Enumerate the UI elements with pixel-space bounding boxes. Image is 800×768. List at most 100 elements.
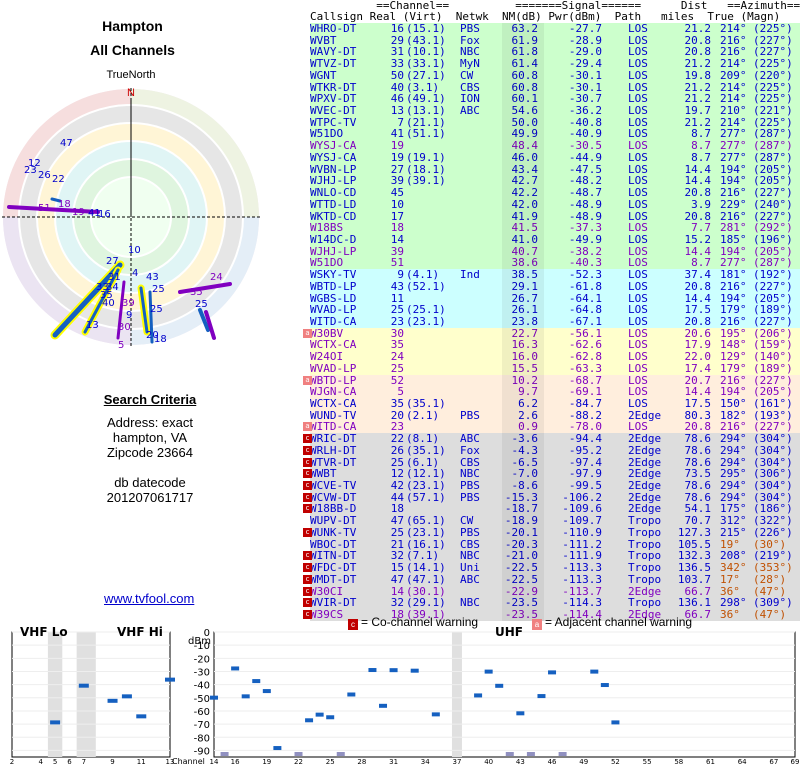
cell-magn: (227°) xyxy=(753,279,793,293)
cell-virt: (23.1) xyxy=(406,525,446,539)
polar-channel-label: 40 xyxy=(102,298,115,309)
cell-pwr: -110.9 xyxy=(562,525,602,539)
x-tick-label: 64 xyxy=(738,758,747,766)
polar-channel-label: 43 xyxy=(146,272,159,283)
polar-channel-label: 25 xyxy=(195,299,208,310)
cell-pwr: -49.9 xyxy=(568,232,602,246)
polar-channel-label: 25 xyxy=(152,284,165,295)
x-tick-label: 69 xyxy=(791,758,800,766)
page-title: Hampton xyxy=(102,18,163,34)
vhf-signal-mark xyxy=(165,677,175,682)
cell-path: Tropo xyxy=(628,514,662,528)
cell-true: 294° xyxy=(720,432,747,446)
cell-dist: 78.6 xyxy=(684,479,712,493)
cell-pwr: -30.1 xyxy=(568,68,602,82)
cell-virt: (2.1) xyxy=(406,408,440,422)
cell-real: 47 xyxy=(390,514,404,528)
polar-channel-label: 4 xyxy=(132,268,138,279)
cell-nm: 61.4 xyxy=(511,57,539,71)
x-tick-label: 5 xyxy=(53,758,57,766)
cell-virt: (35.1) xyxy=(406,443,446,457)
polar-channel-label: 9 xyxy=(126,310,132,321)
cell-pwr: -27.7 xyxy=(568,22,602,35)
uhf-signal-mark xyxy=(210,695,218,700)
cell-true: 181° xyxy=(720,268,747,282)
cell-virt: (33.1) xyxy=(406,57,446,71)
cell-dist: 19.8 xyxy=(684,68,712,82)
cell-true: 342° xyxy=(720,561,747,575)
cell-dist: 8.7 xyxy=(691,139,711,153)
uhf-signal-mark xyxy=(495,683,504,688)
vhf-hi-label: VHF Hi xyxy=(117,625,163,639)
polar-channel-label: 13 xyxy=(86,320,99,331)
channel-table: ==Channel== =======Signal====== Dist ==A… xyxy=(303,0,800,621)
cell-path: LOS xyxy=(628,268,648,282)
x-tick-label: 6 xyxy=(67,758,72,766)
polar-channel-label: 47 xyxy=(60,138,73,149)
cell-path: LOS xyxy=(628,22,648,35)
cell-nm: -22.5 xyxy=(504,561,538,575)
cell-callsign: WSKY-TV xyxy=(310,268,357,282)
ch37-gap xyxy=(451,632,462,757)
cell-network: CW xyxy=(460,68,474,82)
cell-real: 25 xyxy=(390,525,404,539)
cell-callsign: WMDT-DT xyxy=(310,572,357,586)
cell-network: MyN xyxy=(460,57,480,71)
table-row: WTTD-LD 10 42.0 -48.9 LOS 3.9 229° (240°) xyxy=(310,199,800,211)
x-tick-label: 55 xyxy=(643,758,652,766)
cell-true: 281° xyxy=(720,221,747,235)
cell-path: Tropo xyxy=(628,572,662,586)
cell-real: 13 xyxy=(390,104,404,118)
cell-dist: 20.8 xyxy=(684,314,712,328)
adjacent-channel-warning-icon: a xyxy=(303,328,312,338)
cell-callsign: WBTD-LP xyxy=(310,279,357,293)
channel-axis-label: Channel xyxy=(172,757,205,766)
cell-dist: 17.5 xyxy=(684,397,712,410)
cell-path: LOS xyxy=(628,232,648,246)
cell-callsign: W24OI xyxy=(310,350,344,364)
x-tick-label: 2 xyxy=(10,758,14,766)
x-tick-label: 22 xyxy=(294,758,303,766)
cell-dist: 19.7 xyxy=(684,104,712,118)
cell-magn: (225°) xyxy=(753,22,793,35)
cell-callsign: WVEC-DT xyxy=(310,104,357,118)
cell-network: PBS xyxy=(460,22,480,35)
criteria-address: Address: exact xyxy=(107,415,193,430)
cell-pwr: -113.3 xyxy=(562,572,602,586)
cell-true: 185° xyxy=(720,232,747,246)
cell-magn: (196°) xyxy=(753,232,793,246)
cell-true: 216° xyxy=(720,314,747,328)
cell-pwr: -99.5 xyxy=(568,479,602,493)
cell-virt: (8.1) xyxy=(406,432,440,446)
y-tick-label: -90 xyxy=(194,746,210,757)
uhf-signal-mark xyxy=(273,746,282,751)
y-tick-label: -80 xyxy=(194,733,210,744)
cell-callsign: WUPV-DT xyxy=(310,514,357,528)
table-body: WHRO-DT 16 (15.1) PBS 63.2 -27.7 LOS 21.2 214° (2… xyxy=(303,22,800,621)
y-tick-label: -50 xyxy=(194,694,210,705)
vhf-signal-mark xyxy=(136,714,147,719)
x-tick-label: 67 xyxy=(769,758,778,766)
cell-true: 294° xyxy=(720,479,747,493)
table-row: WUNK-TV 25 (23.1) PBS -20.1 -110.9 Tropo 127.3 2… xyxy=(303,525,800,539)
table-row: WITD-CA 23 (23.1) 23.8 -67.1 LOS 20.8 216° (227°… xyxy=(310,316,800,328)
cell-virt: (65.1) xyxy=(406,514,446,528)
cell-magn: (189°) xyxy=(753,361,793,375)
cell-virt: (47.1) xyxy=(406,572,446,586)
cell-real: 42 xyxy=(390,479,404,493)
tvfool-link[interactable]: www.tvfool.com xyxy=(104,591,194,606)
cell-pwr: -29.4 xyxy=(568,57,602,71)
cell-network: Ind xyxy=(460,268,480,282)
cell-pwr: -95.2 xyxy=(568,443,602,457)
cell-dist: 7.7 xyxy=(691,221,711,235)
polar-channel-label: 25 xyxy=(150,304,163,315)
cell-path: LOS xyxy=(628,150,648,164)
polar-channel-label: 27 xyxy=(106,256,119,267)
cell-callsign: WVIR-DT xyxy=(310,596,357,610)
co-channel-warning-icon: c xyxy=(303,445,312,455)
cell-callsign: WTVZ-DT xyxy=(310,57,357,71)
cell-real: 24 xyxy=(390,350,404,364)
vhf-signal-mark xyxy=(50,720,61,725)
co-channel-warning-icon: c xyxy=(303,492,312,502)
cell-virt: (15.1) xyxy=(406,22,446,35)
